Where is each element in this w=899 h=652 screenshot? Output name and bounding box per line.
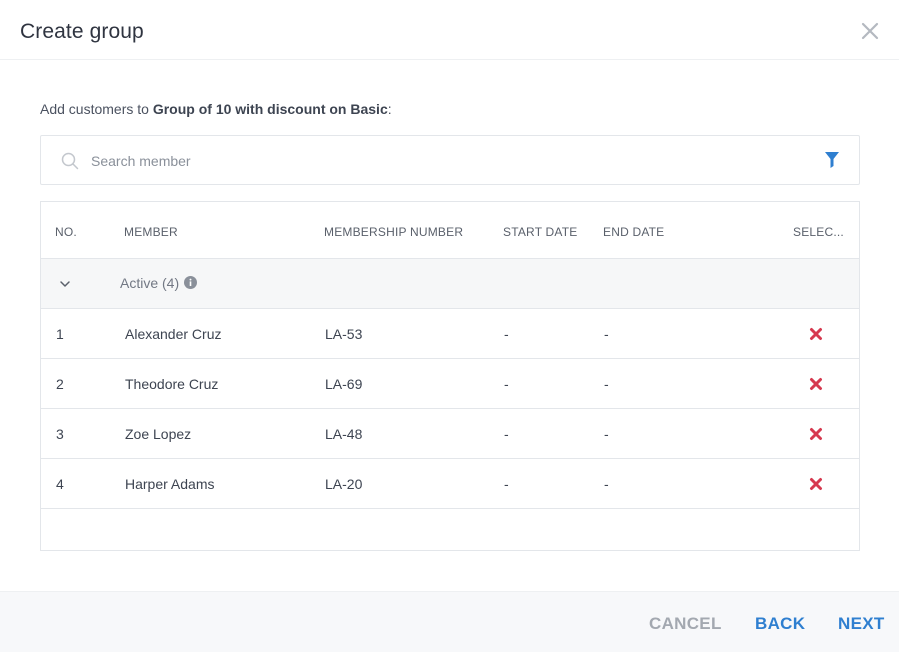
header-start-date[interactable]: START DATE xyxy=(503,225,577,239)
table-row: 2 Theodore Cruz LA-69 - - xyxy=(41,359,859,409)
dialog-header: Create group xyxy=(0,0,899,60)
header-no: NO. xyxy=(55,225,77,239)
row-number: 4 xyxy=(56,476,64,492)
chevron-down-icon[interactable] xyxy=(59,279,71,289)
group-row-active[interactable]: Active (4) xyxy=(41,259,859,309)
row-membership-number: LA-53 xyxy=(325,326,363,342)
row-number: 2 xyxy=(56,376,64,392)
info-icon[interactable] xyxy=(184,276,197,289)
search-icon xyxy=(61,152,79,170)
row-member: Theodore Cruz xyxy=(125,376,219,392)
row-number: 3 xyxy=(56,426,64,442)
row-end-date: - xyxy=(604,476,609,492)
cancel-button[interactable]: CANCEL xyxy=(649,614,722,634)
table-header: NO. MEMBER MEMBERSHIP NUMBER START DATE … xyxy=(41,202,859,259)
row-end-date: - xyxy=(604,426,609,442)
row-member: Zoe Lopez xyxy=(125,426,192,442)
row-number: 1 xyxy=(56,326,64,342)
dialog-title: Create group xyxy=(20,20,144,43)
row-member: Alexander Cruz xyxy=(125,326,222,342)
intro-text: Add customers to Group of 10 with discou… xyxy=(40,101,392,117)
table-row: 4 Harper Adams LA-20 - - xyxy=(41,459,859,509)
remove-icon[interactable] xyxy=(809,327,823,341)
row-start-date: - xyxy=(504,426,509,442)
header-select: SELEC... xyxy=(793,225,844,239)
search-input[interactable] xyxy=(91,150,791,172)
next-button[interactable]: NEXT xyxy=(838,614,885,634)
search-bar xyxy=(40,135,860,185)
group-name: Group of 10 with discount on Basic xyxy=(152,101,388,117)
row-membership-number: LA-48 xyxy=(325,426,363,442)
remove-icon[interactable] xyxy=(809,427,823,441)
dialog-footer: CANCEL BACK NEXT xyxy=(0,591,899,652)
header-membership-number[interactable]: MEMBERSHIP NUMBER xyxy=(324,225,463,239)
table-row: 3 Zoe Lopez LA-48 - - xyxy=(41,409,859,459)
row-membership-number: LA-69 xyxy=(325,376,363,392)
back-button[interactable]: BACK xyxy=(755,614,805,634)
header-member[interactable]: MEMBER xyxy=(124,225,178,239)
group-label: Active (4) xyxy=(120,275,180,291)
create-group-dialog: Create group Add customers to Group of 1… xyxy=(0,0,899,652)
remove-icon[interactable] xyxy=(809,377,823,391)
header-end-date[interactable]: END DATE xyxy=(603,225,664,239)
row-start-date: - xyxy=(504,326,509,342)
row-membership-number: LA-20 xyxy=(325,476,363,492)
row-end-date: - xyxy=(604,326,609,342)
intro-prefix: Add customers to xyxy=(40,101,153,117)
intro-suffix: : xyxy=(387,101,392,117)
row-start-date: - xyxy=(504,476,509,492)
close-icon[interactable] xyxy=(859,20,881,42)
members-table: NO. MEMBER MEMBERSHIP NUMBER START DATE … xyxy=(40,201,860,551)
row-start-date: - xyxy=(504,376,509,392)
row-member: Harper Adams xyxy=(125,476,215,492)
filter-icon[interactable] xyxy=(825,152,839,168)
row-end-date: - xyxy=(604,376,609,392)
remove-icon[interactable] xyxy=(809,477,823,491)
table-row: 1 Alexander Cruz LA-53 - - xyxy=(41,309,859,359)
